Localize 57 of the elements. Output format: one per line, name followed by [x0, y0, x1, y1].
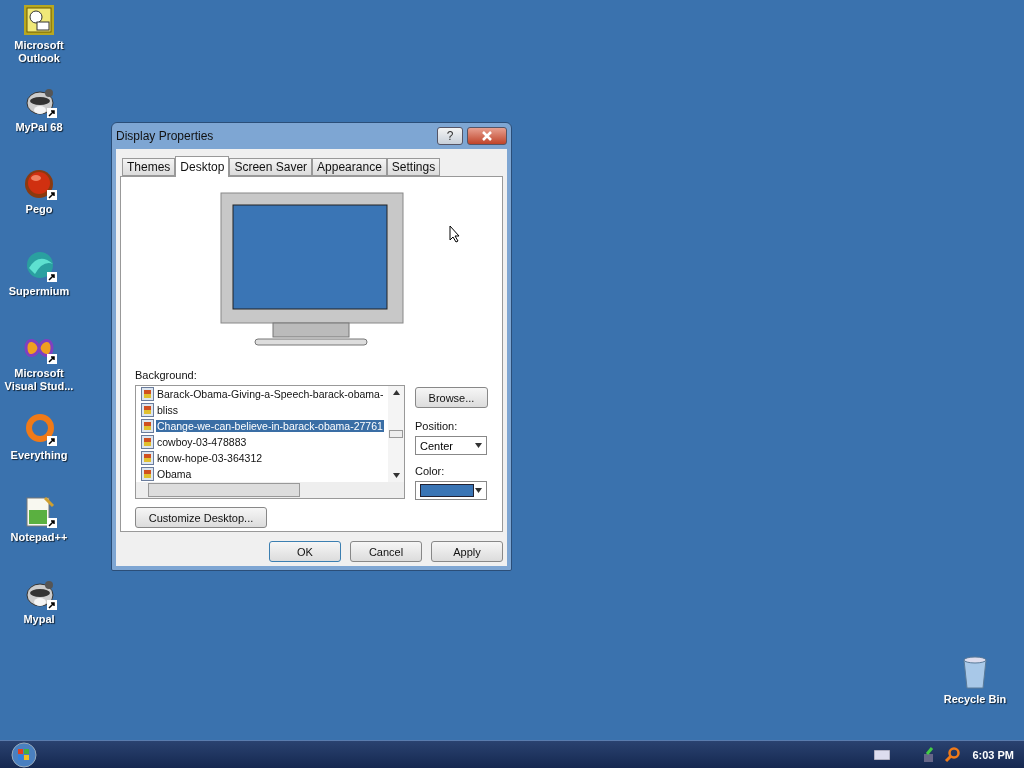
icon-label[interactable]: Everything: [10, 449, 68, 462]
image-file-icon: [141, 435, 154, 449]
ball-icon[interactable]: [23, 168, 55, 200]
dialog-button[interactable]: Apply: [431, 541, 503, 562]
customize-desktop-button[interactable]: Customize Desktop...: [135, 507, 267, 528]
dropdown-arrow-icon[interactable]: [475, 488, 482, 493]
tab[interactable]: Settings: [386, 158, 441, 176]
browse-button[interactable]: Browse...: [415, 387, 488, 408]
tab[interactable]: Desktop: [175, 156, 230, 177]
mouse-cursor-icon: [449, 225, 461, 243]
icon-label[interactable]: Microsoft Outlook: [0, 39, 78, 65]
color-label: Color:: [415, 465, 446, 477]
tab[interactable]: Screen Saver: [229, 158, 313, 176]
icon-label[interactable]: Recycle Bin: [943, 693, 1007, 706]
position-dropdown[interactable]: Center: [415, 436, 487, 455]
dropdown-arrow-icon[interactable]: [475, 443, 482, 448]
dialog-button[interactable]: Cancel: [350, 541, 422, 562]
position-label: Position:: [415, 420, 459, 432]
tab[interactable]: Themes: [122, 158, 176, 176]
envelope-clock-icon[interactable]: [23, 4, 55, 36]
background-label: Background:: [135, 369, 198, 381]
raccoon-icon[interactable]: [23, 578, 55, 610]
color-dropdown[interactable]: [415, 481, 487, 500]
image-file-icon: [141, 403, 154, 417]
close-button[interactable]: [467, 127, 507, 145]
icon-label[interactable]: Pego: [25, 203, 53, 216]
image-file-icon: [141, 419, 154, 433]
trash-bin-icon[interactable]: [961, 656, 989, 690]
tab[interactable]: Appearance: [312, 158, 387, 176]
icon-label[interactable]: Mypal: [23, 613, 55, 626]
close-icon: [482, 131, 492, 141]
window-title: Display Properties: [116, 129, 215, 143]
horizontal-scrollbar[interactable]: [136, 482, 404, 498]
raccoon-icon[interactable]: [23, 86, 55, 118]
image-file-icon: [141, 467, 154, 481]
list-item[interactable]: know-hope-03-364312: [156, 452, 264, 464]
icon-label[interactable]: MyPal 68: [15, 121, 63, 134]
scroll-down-icon[interactable]: [392, 473, 400, 478]
dialog-button[interactable]: OK: [269, 541, 341, 562]
scroll-up-icon[interactable]: [392, 390, 400, 395]
start-orb-icon[interactable]: [10, 740, 38, 768]
list-item[interactable]: Change-we-can-believe-in-barack-obama-27761: [156, 420, 384, 432]
help-button[interactable]: ?: [437, 127, 463, 145]
icon-label[interactable]: Supermium: [8, 285, 70, 298]
list-item[interactable]: bliss: [156, 404, 179, 416]
clock[interactable]: 6:03 PM: [972, 748, 1014, 761]
vertical-scrollbar[interactable]: [388, 386, 404, 482]
list-item[interactable]: cowboy-03-478883: [156, 436, 248, 448]
list-item[interactable]: Obama: [156, 468, 193, 480]
image-file-icon: [141, 451, 154, 465]
image-file-icon: [141, 387, 154, 401]
icon-label[interactable]: Microsoft Visual Stud...: [0, 367, 78, 393]
magnifier-icon[interactable]: [944, 746, 961, 763]
scroll-thumb[interactable]: [389, 430, 403, 438]
list-item[interactable]: Barack-Obama-Giving-a-Speech-barack-obama-: [156, 388, 385, 400]
notepad-icon[interactable]: [23, 496, 55, 528]
icon-label[interactable]: Notepad++: [10, 531, 68, 544]
